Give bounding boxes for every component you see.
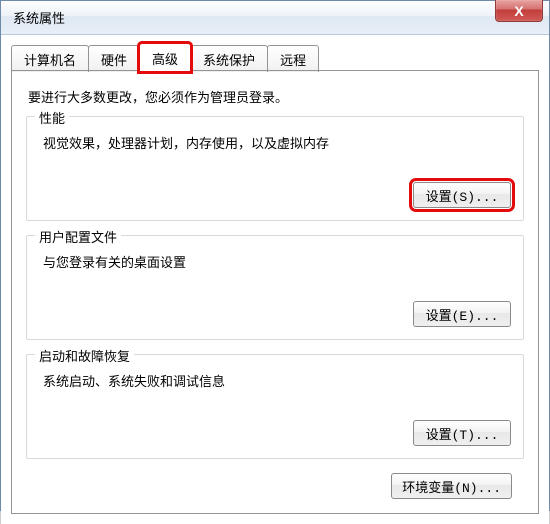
env-row: 环境变量(N)... <box>26 473 524 499</box>
tab-pane-advanced: 要进行大多数更改，您必须作为管理员登录。 性能 视觉效果，处理器计划，内存使用，… <box>11 71 539 514</box>
close-icon: X <box>514 3 523 19</box>
tab-advanced[interactable]: 高级 <box>139 43 191 72</box>
group-desc-performance: 视觉效果，处理器计划，内存使用，以及虚拟内存 <box>43 133 511 152</box>
startup-recovery-settings-button[interactable]: 设置(T)... <box>413 420 511 446</box>
user-profiles-settings-button[interactable]: 设置(E)... <box>413 301 511 327</box>
admin-required-note: 要进行大多数更改，您必须作为管理员登录。 <box>28 87 522 106</box>
button-label: 环境变量(N)... <box>402 477 501 496</box>
tab-computer-name[interactable]: 计算机名 <box>11 45 89 72</box>
titlebar[interactable]: 系统属性 X <box>1 1 549 35</box>
group-desc-startup-recovery: 系统启动、系统失败和调试信息 <box>43 371 511 390</box>
button-row: 设置(T)... <box>39 420 511 446</box>
group-title-performance: 性能 <box>35 108 69 127</box>
system-properties-window: 系统属性 X 计算机名 硬件 高级 系统保护 远程 要进行大多数更改，您 <box>0 0 550 511</box>
window-title: 系统属性 <box>13 8 65 27</box>
button-row: 设置(S)... <box>39 182 511 208</box>
tab-label: 远程 <box>280 53 306 68</box>
group-performance: 性能 视觉效果，处理器计划，内存使用，以及虚拟内存 设置(S)... <box>26 116 524 221</box>
group-title-startup-recovery: 启动和故障恢复 <box>35 346 134 365</box>
button-label: 设置(E)... <box>426 305 499 324</box>
button-row: 设置(E)... <box>39 301 511 327</box>
tab-label: 硬件 <box>101 53 127 68</box>
group-startup-recovery: 启动和故障恢复 系统启动、系统失败和调试信息 设置(T)... <box>26 354 524 459</box>
group-title-user-profiles: 用户配置文件 <box>35 227 121 246</box>
window-body: 计算机名 硬件 高级 系统保护 远程 要进行大多数更改，您必须作为管理员登录。 … <box>1 35 549 524</box>
tab-label: 系统保护 <box>203 53 255 68</box>
group-user-profiles: 用户配置文件 与您登录有关的桌面设置 设置(E)... <box>26 235 524 340</box>
tab-remote[interactable]: 远程 <box>267 45 319 72</box>
tab-hardware[interactable]: 硬件 <box>88 45 140 72</box>
tab-baseline <box>11 70 539 71</box>
tab-label: 高级 <box>152 52 178 67</box>
group-desc-user-profiles: 与您登录有关的桌面设置 <box>43 252 511 271</box>
tab-strip: 计算机名 硬件 高级 系统保护 远程 <box>11 43 539 71</box>
tab-label: 计算机名 <box>24 53 76 68</box>
environment-variables-button[interactable]: 环境变量(N)... <box>391 473 512 499</box>
performance-settings-button[interactable]: 设置(S)... <box>413 182 511 208</box>
button-label: 设置(S)... <box>426 186 499 205</box>
tab-system-protection[interactable]: 系统保护 <box>190 45 268 72</box>
close-button[interactable]: X <box>495 0 543 22</box>
button-label: 设置(T)... <box>426 424 499 443</box>
